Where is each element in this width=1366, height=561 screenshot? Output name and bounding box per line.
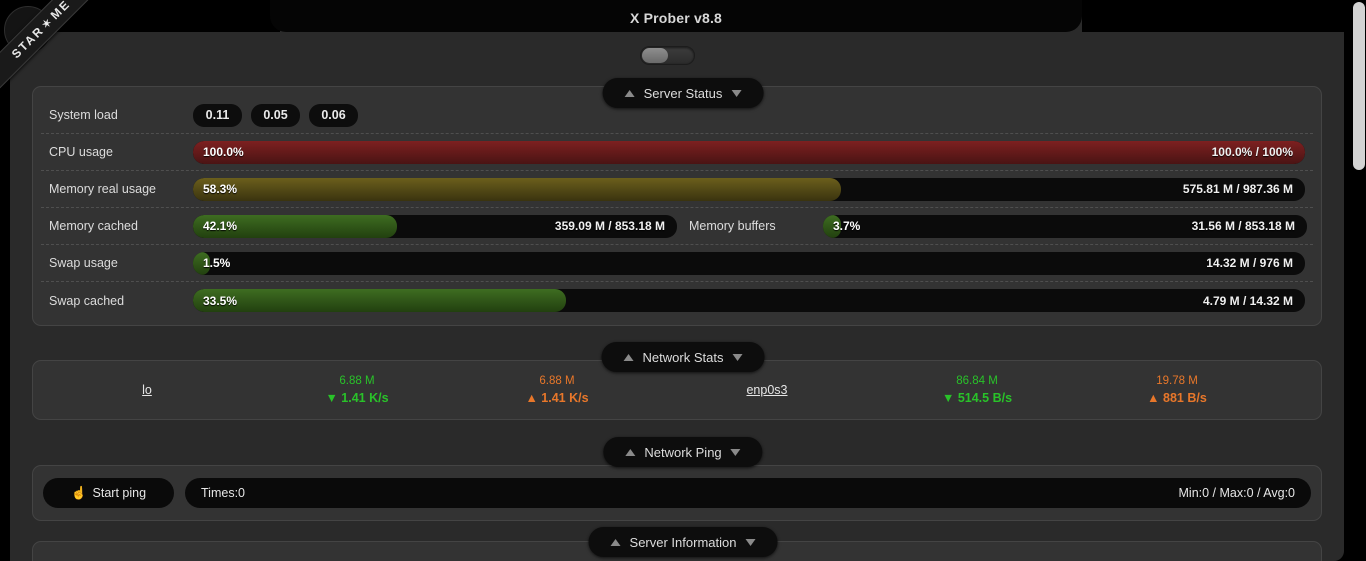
upload-rate-value: 881 B/s	[1163, 391, 1207, 405]
memory-cached-bar: 42.1% 359.09 M / 853.18 M	[193, 214, 677, 238]
upload-rate-value: 1.41 K/s	[541, 391, 589, 405]
upload-arrow-icon: ▲	[1147, 391, 1160, 405]
upload-arrow-icon: ▲	[525, 391, 538, 405]
swap-cached-value: 4.79 M / 14.32 M	[1202, 293, 1293, 308]
memory-buffers-value: 31.56 M / 853.18 M	[1191, 219, 1295, 233]
network-upload-rate: ▲ 1.41 K/s	[457, 390, 657, 407]
memory-real-usage-bar: 58.3% 575.81 M / 987.36 M	[193, 177, 1305, 201]
label-cpu-usage: CPU usage	[49, 145, 113, 159]
download-rate-value: 1.41 K/s	[341, 391, 389, 405]
memory-buffers-bar: 3.7% 31.56 M / 853.18 M	[823, 214, 1307, 238]
app-root: X Prober v8.8 STAR✶ME Server Status Syst…	[0, 0, 1366, 561]
download-rate-value: 514.5 B/s	[957, 391, 1013, 405]
network-upload-column: 6.88 M ▲ 1.41 K/s	[457, 373, 657, 407]
theme-toggle-switch[interactable]	[639, 46, 695, 65]
expand-down-icon[interactable]	[745, 538, 756, 546]
start-ping-label: Start ping	[92, 486, 147, 500]
label-memory-cached: Memory cached	[49, 219, 138, 233]
network-download-rate: ▼ 1.41 K/s	[257, 390, 457, 407]
network-download-total: 6.88 M	[339, 375, 375, 387]
topbar-right-band	[1082, 0, 1366, 32]
toggle-knob	[641, 48, 668, 63]
label-memory-real-usage: Memory real usage	[49, 182, 156, 196]
memory-real-usage-bar-fill	[193, 177, 842, 201]
network-ping-panel: ☝ Start ping Times:0 Min:0 / Max:0 / Avg…	[32, 465, 1322, 521]
server-status-panel: System load 0.11 0.05 0.06 CPU usage 100…	[32, 86, 1322, 326]
label-swap-cached: Swap cached	[49, 293, 125, 308]
network-download-rate: ▼ 514.5 B/s	[877, 390, 1077, 407]
memory-cached-percent: 42.1%	[203, 219, 238, 233]
swap-usage-percent: 1.5%	[203, 256, 231, 270]
section-title-network-ping: Network Ping	[644, 444, 722, 460]
section-header-network-stats[interactable]: Network Stats	[601, 342, 765, 372]
label-swap-usage: Swap usage	[49, 256, 118, 270]
cpu-usage-bar: 100.0% 100.0% / 100%	[193, 140, 1305, 164]
start-ping-button[interactable]: ☝ Start ping	[43, 478, 174, 508]
network-upload-total: 6.88 M	[539, 375, 575, 387]
network-download-total: 86.84 M	[956, 375, 998, 387]
download-arrow-icon: ▼	[325, 391, 338, 405]
expand-down-icon[interactable]	[731, 89, 742, 97]
collapse-up-icon[interactable]	[624, 89, 635, 97]
hand-pointer-icon: ☝	[70, 485, 87, 500]
network-interface-name[interactable]: lo	[37, 383, 257, 397]
expand-down-icon[interactable]	[732, 353, 743, 361]
section-title-network-stats: Network Stats	[642, 349, 724, 365]
swap-cached-percent: 33.5%	[203, 293, 238, 308]
swap-usage-bar: 1.5% 14.32 M / 976 M	[193, 251, 1305, 275]
label-memory-buffers: Memory buffers	[689, 219, 776, 233]
ping-results-field: Times:0 Min:0 / Max:0 / Avg:0	[185, 478, 1311, 508]
network-upload-total: 19.78 M	[1156, 375, 1198, 387]
memory-buffers-percent: 3.7%	[833, 219, 861, 233]
collapse-up-icon[interactable]	[610, 538, 621, 546]
row-cpu-usage: CPU usage 100.0% 100.0% / 100%	[41, 134, 1313, 171]
download-arrow-icon: ▼	[941, 391, 955, 405]
swap-usage-value: 14.32 M / 976 M	[1206, 256, 1293, 270]
network-download-column: 86.84 M ▼ 514.5 B/s	[877, 373, 1077, 407]
theme-toggle-container	[0, 46, 1334, 65]
network-upload-column: 19.78 M ▲ 881 B/s	[1077, 373, 1277, 407]
load-badge-2: 0.05	[251, 103, 300, 127]
load-badge-3: 0.06	[309, 103, 358, 127]
section-title-server-information: Server Information	[629, 534, 737, 550]
cpu-usage-value: 100.0% / 100%	[1211, 145, 1293, 159]
page-scrollbar-track[interactable]	[1351, 0, 1366, 561]
section-header-network-ping[interactable]: Network Ping	[603, 437, 763, 467]
row-memory-cached: Memory cached 42.1% 359.09 M / 853.18 M …	[41, 208, 1313, 245]
swap-cached-bar: 33.5% 4.79 M / 14.32 M	[193, 289, 1305, 312]
load-badge-1: 0.11	[193, 103, 242, 127]
ping-stats-text: Min:0 / Max:0 / Avg:0	[1178, 486, 1296, 500]
page-title: X Prober v8.8	[629, 10, 723, 26]
title-bar: X Prober v8.8	[270, 0, 1082, 32]
cpu-usage-bar-fill	[193, 140, 1305, 164]
system-load-badges: 0.11 0.05 0.06	[193, 103, 358, 127]
row-swap-usage: Swap usage 1.5% 14.32 M / 976 M	[41, 245, 1313, 282]
label-system-load: System load	[49, 108, 118, 122]
page-scrollbar-thumb[interactable]	[1353, 2, 1365, 170]
network-interface-name[interactable]: enp0s3	[657, 383, 877, 397]
memory-real-usage-value: 575.81 M / 987.36 M	[1182, 182, 1293, 196]
ping-times-text: Times:0	[201, 486, 245, 500]
section-header-server-status[interactable]: Server Status	[602, 78, 764, 108]
network-upload-rate: ▲ 881 B/s	[1077, 390, 1277, 407]
cpu-usage-percent: 100.0%	[203, 145, 244, 159]
section-header-server-information[interactable]: Server Information	[588, 527, 778, 557]
memory-real-usage-percent: 58.3%	[203, 182, 238, 196]
row-memory-real-usage: Memory real usage 58.3% 575.81 M / 987.3…	[41, 171, 1313, 208]
row-swap-cached: Swap cached 33.5% 4.79 M / 14.32 M	[41, 282, 1313, 319]
network-download-column: 6.88 M ▼ 1.41 K/s	[257, 373, 457, 407]
section-title-server-status: Server Status	[643, 85, 723, 101]
collapse-up-icon[interactable]	[625, 448, 636, 456]
expand-down-icon[interactable]	[730, 448, 741, 456]
memory-cached-value: 359.09 M / 853.18 M	[554, 219, 665, 233]
network-ping-row: ☝ Start ping Times:0 Min:0 / Max:0 / Avg…	[33, 466, 1321, 520]
collapse-up-icon[interactable]	[623, 353, 634, 361]
swap-cached-bar-fill	[193, 289, 566, 312]
